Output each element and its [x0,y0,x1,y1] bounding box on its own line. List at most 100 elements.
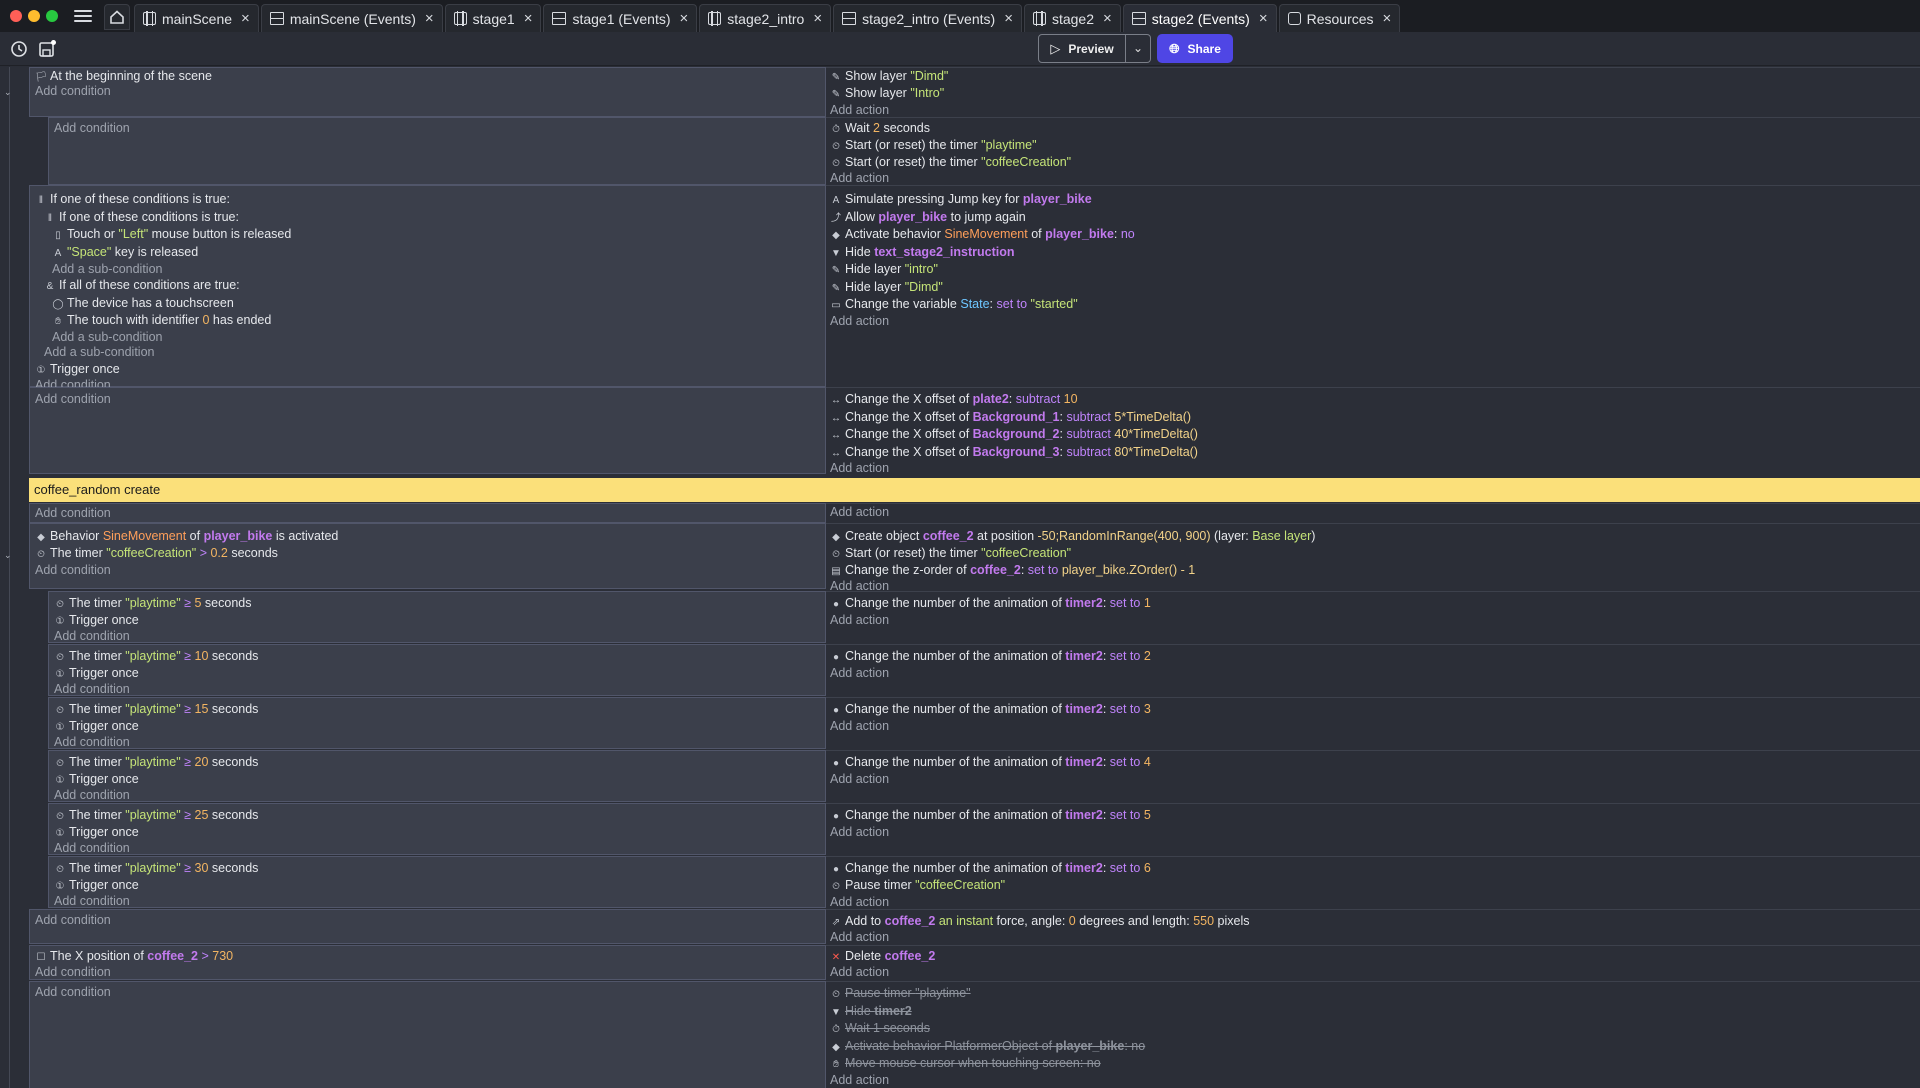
action[interactable]: ● Change the number of the animation of t… [830,860,1151,876]
tab-mainscene-events[interactable]: mainScene (Events) × [260,4,443,32]
actions-block[interactable]: Add action [826,503,1920,523]
add-action-link[interactable]: Add action [830,771,889,787]
condition[interactable]: ① Trigger once [54,665,139,681]
close-icon[interactable]: × [813,10,822,27]
preview-options-dropdown[interactable]: ⌄ [1126,34,1151,63]
condition[interactable]: ⏲ The timer "coffeeCreation" > 0.2 second… [35,545,278,561]
conditions-block[interactable]: Add condition [48,117,826,185]
conditions-block[interactable]: ⏲ The timer "playtime" ≥ 25 seconds ① Trig… [48,803,826,855]
action[interactable]: ◆ Create object coffee_2 at position -50;… [830,528,1315,544]
actions-block[interactable]: ● Change the number of the animation of t… [826,697,1920,749]
condition[interactable]: ① Trigger once [54,877,139,893]
conditions-block[interactable]: ⏲ The timer "playtime" ≥ 30 seconds ① Trig… [48,856,826,908]
actions-block[interactable]: ✕ Delete coffee_2 Add action [826,945,1920,980]
conditions-block[interactable]: Add condition [29,909,826,944]
conditions-block[interactable]: ◆ Behavior SineMovement of player_bike is… [29,523,826,589]
condition[interactable]: ① Trigger once [54,824,139,840]
add-action-link[interactable]: Add action [830,964,889,980]
tab-stage1[interactable]: stage1 × [444,4,542,32]
conditions-block[interactable]: ☐ The X position of coffee_2 > 730 Add co… [29,945,826,980]
comment-event[interactable]: coffee_random create [29,478,1920,502]
hamburger-menu-icon[interactable] [74,7,92,23]
action[interactable]: ● Change the number of the animation of t… [830,754,1151,770]
add-condition-link[interactable]: Add condition [54,120,130,136]
condition[interactable]: ① Trigger once [35,361,120,377]
condition[interactable]: ① Trigger once [54,718,139,734]
add-sub-condition-link[interactable]: Add a sub-condition [44,344,155,360]
action[interactable]: ● Change the number of the animation of t… [830,807,1151,823]
home-tab[interactable] [104,4,130,30]
action[interactable]: ▼ Hide text_stage2_instruction [830,244,1014,260]
add-condition-link[interactable]: Add condition [35,391,111,407]
add-condition-link[interactable]: Add condition [35,912,111,928]
add-condition-link[interactable]: Add condition [35,505,111,521]
tab-resources[interactable]: Resources × [1278,4,1401,32]
add-condition-link[interactable]: Add condition [35,984,111,1000]
add-action-link[interactable]: Add action [830,612,889,628]
add-action-link[interactable]: Add action [830,460,889,476]
add-condition-link[interactable]: Add condition [54,681,130,697]
condition[interactable]: ⏲ The timer "playtime" ≥ 25 seconds [54,807,258,823]
tab-stage2-intro[interactable]: stage2_intro × [699,4,832,32]
action[interactable]: ● Change the number of the animation of t… [830,595,1151,611]
action[interactable]: ✕ Delete coffee_2 [830,948,936,964]
action[interactable]: ⏲ Start (or reset) the timer "coffeeCreat… [830,545,1071,561]
actions-block[interactable]: ✎ Show layer "Dimd" ✎ Show layer "Intro" A… [826,67,1920,117]
close-icon[interactable]: × [1004,10,1013,27]
close-icon[interactable]: × [1383,10,1392,27]
add-condition-link[interactable]: Add condition [54,787,130,803]
action[interactable]: ⤴ Allow player_bike to jump again [830,209,1026,225]
actions-block[interactable]: ● Change the number of the animation of t… [826,644,1920,696]
action[interactable]: ▤ Change the z-order of coffee_2: set to … [830,562,1195,578]
add-action-link[interactable]: Add action [830,313,889,329]
add-action-link[interactable]: Add action [830,102,889,118]
actions-block[interactable]: A Simulate pressing Jump key for player_b… [826,185,1920,387]
close-icon[interactable]: × [241,10,250,27]
close-icon[interactable]: × [524,10,533,27]
condition[interactable]: 🏳 At the beginning of the scene [35,68,212,84]
conditions-block[interactable]: ⏲ The timer "playtime" ≥ 10 seconds ① Trig… [48,644,826,696]
condition[interactable]: ◯ The device has a touchscreen [52,295,233,311]
add-action-link[interactable]: Add action [830,824,889,840]
tab-mainscene[interactable]: mainScene × [134,4,259,32]
action-disabled[interactable]: ⏱ Wait 1 seconds [830,1020,930,1036]
conditions-block[interactable]: ⏲ The timer "playtime" ≥ 5 seconds ① Trigg… [48,591,826,643]
add-action-link[interactable]: Add action [830,170,889,186]
action[interactable]: A Simulate pressing Jump key for player_b… [830,191,1092,207]
action-disabled[interactable]: ⏲ Pause timer "playtime" [830,985,971,1001]
add-action-link[interactable]: Add action [830,894,889,910]
actions-block[interactable]: ● Change the number of the animation of t… [826,591,1920,643]
action-disabled[interactable]: ▼ Hide timer2 [830,1003,912,1019]
add-condition-link[interactable]: Add condition [54,840,130,856]
add-condition-link[interactable]: Add condition [54,893,130,909]
conditions-block[interactable]: ⏲ The timer "playtime" ≥ 15 seconds ① Trig… [48,697,826,749]
add-sub-condition-link[interactable]: Add a sub-condition [52,329,163,345]
condition[interactable]: ① Trigger once [54,612,139,628]
conditions-block[interactable]: ⏲ The timer "playtime" ≥ 20 seconds ① Trig… [48,750,826,802]
add-action-link[interactable]: Add action [830,1072,889,1088]
conditions-block[interactable]: ‖ If one of these conditions is true: ‖ If… [29,185,826,392]
condition[interactable]: ⏲ The timer "playtime" ≥ 20 seconds [54,754,258,770]
tab-stage2-events[interactable]: stage2 (Events) × [1122,4,1277,32]
add-action-link[interactable]: Add action [830,718,889,734]
actions-block[interactable]: ⇗ Add to coffee_2 an instant force, angle… [826,909,1920,944]
action[interactable]: ✎ Hide layer "Dimd" [830,279,943,295]
action[interactable]: ↔ Change the X offset of Background_2: su… [830,426,1198,442]
add-action-link[interactable]: Add action [830,665,889,681]
add-condition-link[interactable]: Add condition [54,628,130,644]
action[interactable]: ⏱ Wait 2 seconds [830,120,930,136]
add-condition-link[interactable]: Add condition [35,964,111,980]
share-button[interactable]: 🌐︎ Share [1157,34,1233,63]
action-disabled[interactable]: ◆ Activate behavior PlatformerObject of p… [830,1038,1145,1054]
condition[interactable]: ☐ The X position of coffee_2 > 730 [35,948,234,964]
action[interactable]: ⏲ Pause timer "coffeeCreation" [830,877,1005,893]
actions-block[interactable]: ↔ Change the X offset of plate2: subtract… [826,387,1920,476]
condition[interactable]: & If all of these conditions are true: [44,277,240,293]
condition[interactable]: ① Trigger once [54,771,139,787]
condition[interactable]: ▯ Touch or "Left" mouse button is release… [52,226,291,242]
condition[interactable]: ◆ Behavior SineMovement of player_bike is… [35,528,338,544]
window-close-button[interactable] [10,10,22,22]
close-icon[interactable]: × [1103,10,1112,27]
close-icon[interactable]: × [680,10,689,27]
add-condition-link[interactable]: Add condition [35,83,111,99]
